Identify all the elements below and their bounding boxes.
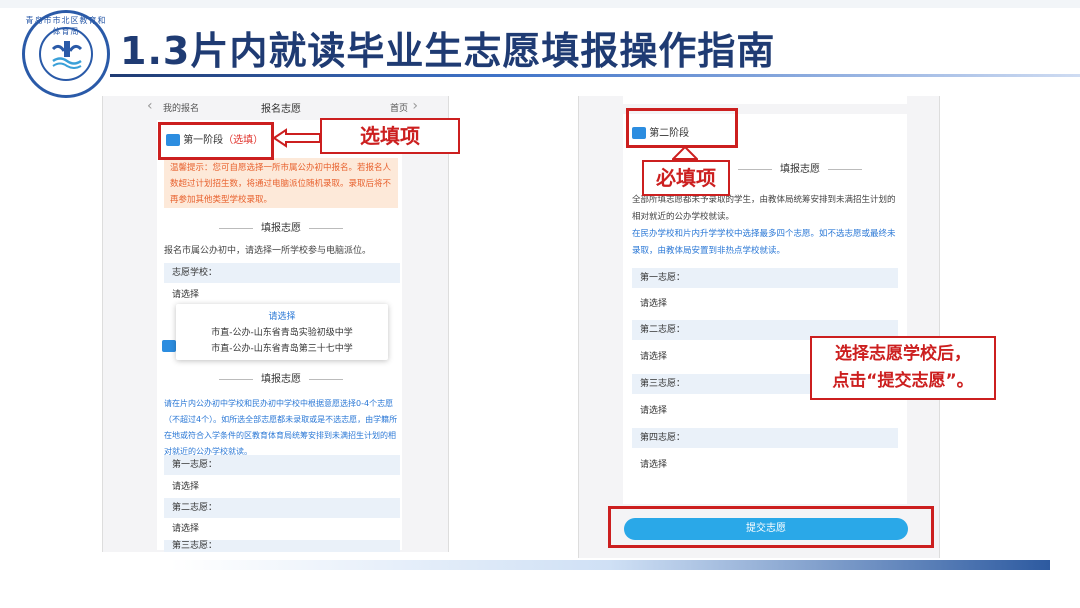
optional-highlight-box xyxy=(158,122,274,160)
dropdown-placeholder[interactable]: 请选择 xyxy=(176,309,388,322)
dropdown-option[interactable]: 市直-公办-山东省青岛实验初级中学 xyxy=(176,325,388,338)
school-label-row: 志愿学校： xyxy=(164,263,400,283)
school-select[interactable]: 请选择 xyxy=(164,285,400,305)
section-title: 填报志愿 xyxy=(700,160,900,175)
logo-emblem-icon xyxy=(51,41,83,69)
chevron-left-icon[interactable]: ‹ xyxy=(147,98,153,114)
chevron-right-icon[interactable]: › xyxy=(412,98,418,114)
choice-label-1: 第一志愿： xyxy=(632,268,898,288)
card-top-edge xyxy=(623,96,907,104)
title-underline xyxy=(110,74,1080,77)
choice-label-3: 第三志愿： xyxy=(164,540,400,552)
bureau-logo: 青岛市市北区教育和体育局 xyxy=(22,10,110,98)
choice-select-1[interactable]: 请选择 xyxy=(164,477,400,497)
arrow-up-icon xyxy=(672,146,698,160)
dropdown-option[interactable]: 市直-公办-山东省青岛第三十七中学 xyxy=(176,341,388,354)
nav-back-link[interactable]: 我的报名 xyxy=(163,101,199,114)
choice-label-4: 第四志愿： xyxy=(632,428,898,448)
optional-callout: 选填项 xyxy=(320,118,460,154)
section-title: 填报志愿 xyxy=(164,219,398,234)
submit-instruction-callout: 选择志愿学校后， 点击“提交志愿”。 xyxy=(810,336,996,400)
instruction-text: 请在片内公办初中学校和民办初中学校中根据意愿选择0-4个志愿（不超过4个）。如所… xyxy=(164,399,398,456)
choice-select-2[interactable]: 请选择 xyxy=(164,519,400,539)
school-dropdown-popup: 请选择 市直-公办-山东省青岛实验初级中学 市直-公办-山东省青岛第三十七中学 xyxy=(176,304,388,360)
choice-label-2: 第二志愿： xyxy=(164,498,400,518)
nav-bar: ‹ 我的报名 报名志愿 首页 › xyxy=(103,96,448,118)
required-callout: 必填项 xyxy=(642,160,730,196)
instruction-text: 报名市属公办初中，请选择一所学校参与电脑派位。 xyxy=(164,246,372,256)
instruction-text-blue: 在民办学校和片内升学学校中选择最多四个志愿。如不选志愿或最终未录取，由教体局安置… xyxy=(632,229,896,256)
nav-home-link[interactable]: 首页 xyxy=(390,101,408,114)
choice-label-1: 第一志愿： xyxy=(164,455,400,475)
top-strip xyxy=(0,0,1080,8)
choice-select-3[interactable]: 请选择 xyxy=(632,401,898,421)
choice-select-1[interactable]: 请选择 xyxy=(632,294,898,314)
page-title: 1.3片内就读毕业生志愿填报操作指南 xyxy=(120,29,776,73)
section-title: 填报志愿 xyxy=(164,370,398,385)
stage-icon xyxy=(162,340,176,352)
stage2-highlight-box xyxy=(626,108,738,148)
arrow-left-icon xyxy=(272,128,321,148)
nav-title: 报名志愿 xyxy=(261,104,301,115)
instruction-text: 全部所填志愿都未予录取的学生，由教体局统筹安排到未满招生计划的相对就近的公办学校… xyxy=(632,195,896,222)
stage2-partial-header xyxy=(162,340,176,352)
choice-select-4[interactable]: 请选择 xyxy=(632,455,898,475)
bottom-decor-band xyxy=(170,560,1050,570)
warning-notice: 温馨提示：您可自愿选择一所市属公办初中报名。若报名人数超过计划招生数，将通过电脑… xyxy=(164,158,398,208)
submit-highlight-box xyxy=(608,506,934,548)
